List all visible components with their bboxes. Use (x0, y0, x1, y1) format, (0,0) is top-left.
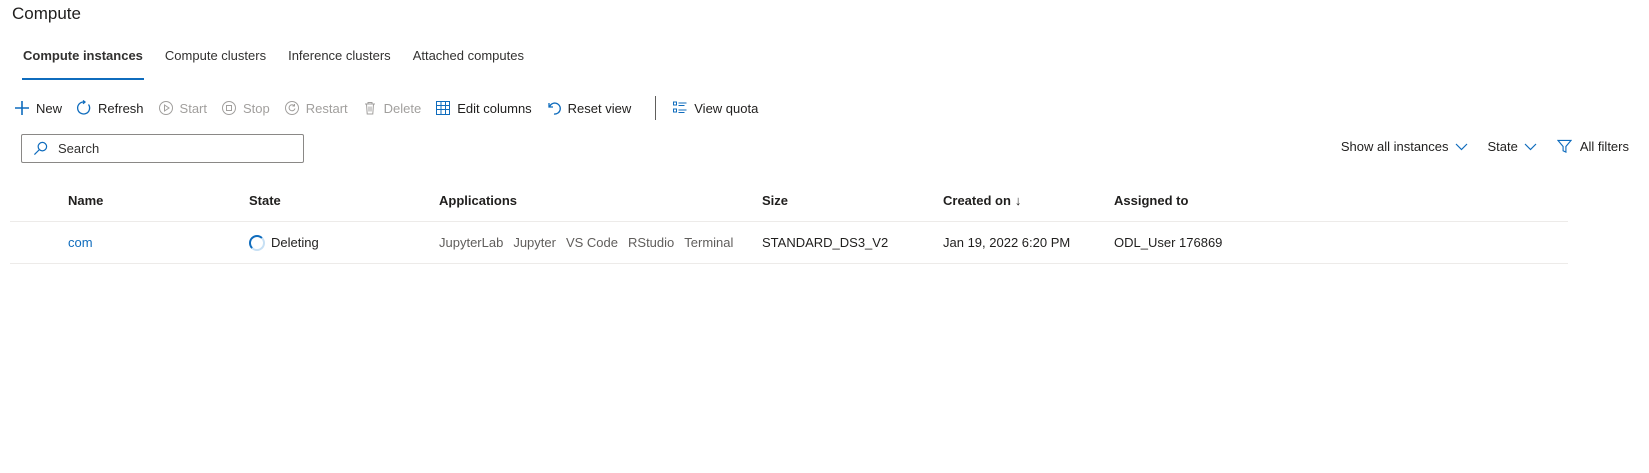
toolbar-divider (655, 96, 657, 120)
column-header-applications[interactable]: Applications (439, 180, 517, 221)
table-row[interactable]: com Deleting JupyterLab Jupyter VS Code … (10, 222, 1568, 264)
view-quota-button[interactable]: View quota (672, 100, 758, 116)
stop-button[interactable]: Stop (221, 100, 270, 116)
search-input[interactable] (56, 140, 290, 157)
all-filters-label: All filters (1579, 139, 1629, 154)
edit-columns-button[interactable]: Edit columns (435, 100, 532, 116)
all-filters-button[interactable]: All filters (1556, 139, 1629, 154)
state-filter-dropdown[interactable]: State (1488, 139, 1537, 154)
sort-descending-icon: ↓ (1014, 193, 1022, 208)
view-quota-button-label: View quota (694, 100, 759, 116)
instance-created-on: Jan 19, 2022 6:20 PM (943, 235, 1071, 250)
instance-state-label: Deleting (271, 235, 319, 250)
table-columns-icon (436, 101, 451, 115)
stop-button-label: Stop (243, 100, 270, 116)
column-header-state[interactable]: State (249, 180, 281, 221)
play-icon (158, 101, 173, 115)
delete-button[interactable]: Delete (362, 100, 422, 116)
chevron-down-icon (1455, 143, 1467, 150)
stop-icon (222, 101, 237, 115)
start-button-label: Start (179, 100, 208, 116)
tab-inference-clusters[interactable]: Inference clusters (277, 40, 402, 80)
app-link-rstudio[interactable]: RStudio (628, 222, 674, 263)
new-button[interactable]: New (14, 100, 62, 116)
restart-button[interactable]: Restart (284, 100, 348, 116)
list-icon (673, 101, 687, 113)
instance-applications: JupyterLab Jupyter VS Code RStudio Termi… (439, 222, 743, 263)
compute-instances-table: Name State Applications Size Created on ↓… (10, 180, 1568, 264)
tab-compute-clusters[interactable]: Compute clusters (154, 40, 277, 80)
search-icon (33, 141, 48, 156)
state-filter-label: State (1487, 139, 1518, 154)
start-button[interactable]: Start (158, 100, 207, 116)
app-link-vscode[interactable]: VS Code (566, 222, 618, 263)
tab-bar: Compute instances Compute clusters Infer… (12, 40, 535, 80)
app-link-jupyter[interactable]: Jupyter (513, 222, 556, 263)
page-title: Compute (12, 4, 81, 23)
command-bar: New Refresh Start Stop Restart Delete Ed… (14, 94, 772, 122)
instance-size: STANDARD_DS3_V2 (762, 235, 889, 250)
reset-view-button[interactable]: Reset view (546, 100, 632, 116)
column-header-name[interactable]: Name (68, 180, 103, 221)
instance-name[interactable]: com (68, 235, 93, 250)
reset-view-button-label: Reset view (567, 100, 632, 116)
chevron-down-icon (1524, 143, 1537, 150)
filter-icon (1556, 139, 1572, 154)
show-instances-label: Show all instances (1340, 139, 1449, 154)
trash-icon (364, 102, 375, 115)
edit-columns-button-label: Edit columns (457, 100, 532, 116)
refresh-icon (76, 100, 91, 115)
undo-icon (548, 102, 561, 115)
tab-attached-computes[interactable]: Attached computes (402, 40, 535, 80)
restart-icon (284, 101, 299, 115)
refresh-button[interactable]: Refresh (76, 100, 144, 116)
column-header-assigned-to[interactable]: Assigned to (1114, 180, 1188, 221)
spinner-icon (249, 234, 265, 251)
column-header-created-on[interactable]: Created on ↓ (943, 180, 1021, 221)
instance-name-link[interactable]: com (68, 222, 93, 263)
column-header-created-on-label: Created on (943, 193, 1011, 208)
instance-assigned-to: ODL_User 176869 (1114, 235, 1223, 250)
app-link-terminal[interactable]: Terminal (684, 222, 733, 263)
search-box[interactable] (21, 134, 304, 163)
app-link-jupyterlab[interactable]: JupyterLab (439, 222, 503, 263)
new-button-label: New (36, 100, 63, 116)
tab-compute-instances[interactable]: Compute instances (12, 40, 154, 80)
restart-button-label: Restart (305, 100, 348, 116)
delete-button-label: Delete (383, 100, 422, 116)
plus-icon (15, 101, 29, 115)
refresh-button-label: Refresh (98, 100, 144, 116)
table-header-row: Name State Applications Size Created on ↓… (10, 180, 1568, 222)
instance-state: Deleting (249, 222, 319, 263)
filter-bar: Show all instances State All filters (1321, 139, 1629, 154)
column-header-size[interactable]: Size (762, 180, 788, 221)
show-instances-dropdown[interactable]: Show all instances (1341, 139, 1468, 154)
